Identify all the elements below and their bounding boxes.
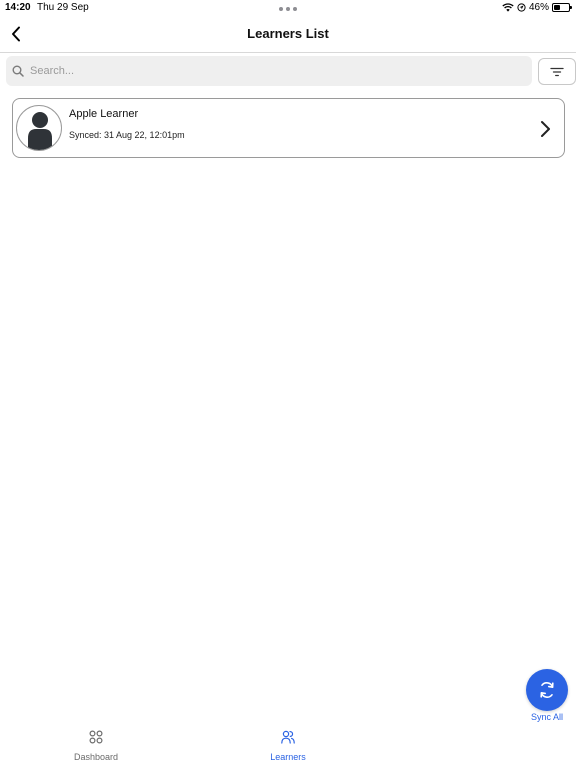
tab-learners[interactable]: Learners: [243, 730, 333, 764]
status-time: 14:20: [5, 2, 31, 13]
multitasking-dots-icon[interactable]: [279, 7, 297, 11]
status-date: Thu 29 Sep: [37, 2, 89, 13]
tab-label-dashboard: Dashboard: [73, 752, 119, 762]
learner-list-item[interactable]: Apple Learner Synced: 31 Aug 22, 12:01pm: [12, 98, 565, 158]
status-bar: 14:20 Thu 29 Sep 46%: [0, 0, 576, 16]
search-input[interactable]: [30, 65, 510, 77]
search-box[interactable]: [6, 56, 532, 86]
page-title: Learners List: [247, 26, 329, 41]
battery-level: [554, 5, 561, 10]
filter-button[interactable]: [538, 58, 576, 85]
tab-dashboard[interactable]: Dashboard: [51, 730, 141, 764]
sync-all-label[interactable]: Sync All: [520, 712, 574, 722]
tab-bar: Dashboard Learners: [0, 726, 576, 768]
users-icon: [281, 730, 295, 744]
sync-icon: [540, 682, 554, 698]
battery-percent: 46%: [528, 2, 549, 13]
learner-synced-time: Synced: 31 Aug 22, 12:01pm: [69, 130, 185, 140]
sync-all-button[interactable]: [526, 669, 568, 711]
location-icon: [517, 3, 526, 12]
status-indicators: 46%: [502, 2, 572, 13]
grid-icon: [89, 730, 103, 744]
chevron-right-icon: [541, 121, 550, 137]
search-icon: [12, 65, 24, 77]
filter-icon: [550, 67, 564, 76]
tab-label-learners: Learners: [270, 752, 306, 762]
nav-bar: Learners List: [0, 16, 576, 53]
wifi-icon: [502, 3, 514, 12]
person-icon: [28, 112, 52, 150]
battery-icon: [552, 3, 572, 12]
learner-name: Apple Learner: [69, 108, 139, 120]
avatar: [16, 105, 62, 151]
